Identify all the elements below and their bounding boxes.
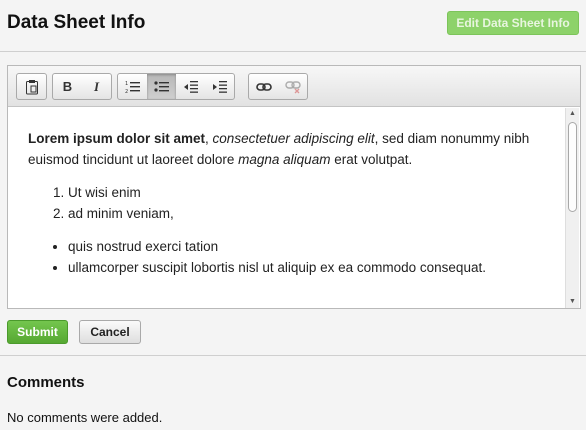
bold-text: Lorem ipsum dolor sit amet [28,131,206,146]
bold-icon[interactable]: B [53,74,82,99]
toolbar-group-format: B I [52,73,112,100]
toolbar-group-links [248,73,308,100]
page-header: Data Sheet Info Edit Data Sheet Info [0,0,586,52]
list-item: Ut wisi enim [68,182,556,203]
page-title: Data Sheet Info [7,12,146,33]
text-segment: erat volutpat. [330,152,413,167]
toolbar-group-lists: 12 [117,73,235,100]
rich-text-editor[interactable]: B I 12 Lorem ipsum dolor sit amet, conse… [7,65,581,309]
italic-label: I [93,78,100,94]
list-item: ad minim veniam, [68,203,556,224]
indent-icon[interactable] [205,74,234,99]
italic-text: consectetuer adipiscing elit [212,131,375,146]
editor-toolbar: B I 12 [8,66,580,107]
list-item: ullamcorper suscipit lobortis nisl ut al… [68,257,556,278]
content-paragraph: Lorem ipsum dolor sit amet, consectetuer… [28,128,556,170]
section-divider [0,355,586,356]
numbered-list-icon[interactable]: 12 [118,74,147,99]
italic-icon[interactable]: I [82,74,111,99]
unordered-list: quis nostrud exerci tation ullamcorper s… [28,236,556,278]
list-item: quis nostrud exerci tation [68,236,556,257]
editor-scrollbar[interactable]: ▲ ▼ [565,108,579,308]
editor-content[interactable]: Lorem ipsum dolor sit amet, consectetuer… [8,108,564,308]
link-icon[interactable] [249,74,278,99]
text-segment: , [205,131,213,146]
paste-icon[interactable] [17,74,46,99]
comments-empty-message: No comments were added. [7,410,163,425]
bulleted-list-icon[interactable] [147,74,176,99]
scroll-up-icon[interactable]: ▲ [566,108,579,120]
comments-heading: Comments [7,374,85,391]
italic-text: magna aliquam [238,152,331,167]
submit-button[interactable]: Submit [7,320,68,344]
scroll-thumb[interactable] [568,122,577,212]
cancel-button[interactable]: Cancel [79,320,141,344]
svg-text:2: 2 [125,89,128,94]
outdent-icon[interactable] [176,74,205,99]
unlink-icon[interactable] [278,74,307,99]
toolbar-group-clipboard [16,73,47,100]
bold-label: B [62,79,73,94]
scroll-down-icon[interactable]: ▼ [566,296,579,308]
edit-data-sheet-button[interactable]: Edit Data Sheet Info [447,11,579,35]
svg-text:1: 1 [125,81,128,87]
ordered-list: Ut wisi enim ad minim veniam, [28,182,556,224]
